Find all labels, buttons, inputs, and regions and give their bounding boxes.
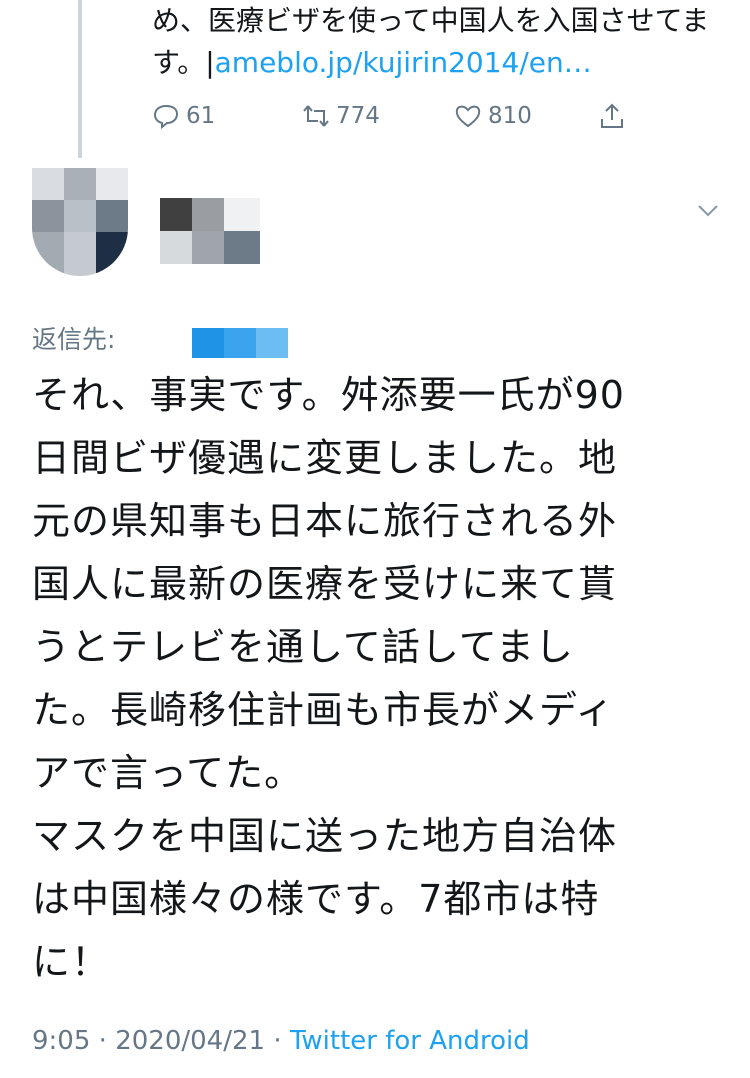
replying-to-label: 返信先:	[32, 325, 116, 354]
name-pixel	[160, 198, 192, 231]
tweet-line: 日間ビザ優遇に変更しました。地	[32, 436, 618, 480]
meta-separator: ·	[273, 1026, 282, 1056]
avatar-pixel	[32, 232, 64, 276]
avatar-pixel	[64, 232, 96, 276]
thread-connector-line	[78, 0, 82, 158]
tweet-source[interactable]: Twitter for Android	[290, 1026, 530, 1056]
previous-tweet-actions: 61 774 810	[152, 96, 652, 136]
reply-count: 61	[186, 103, 216, 129]
handle-pixel	[192, 328, 224, 358]
heart-icon	[455, 105, 481, 128]
previous-tweet-line: す。|ameblo.jp/kujirin2014/en…	[152, 42, 732, 84]
name-pixel	[192, 231, 224, 264]
tweet-time[interactable]: 9:05	[32, 1026, 90, 1056]
share-button[interactable]	[598, 96, 632, 136]
tweet-line: それ、事実です。舛添要一氏が90	[32, 373, 625, 417]
name-pixel	[224, 198, 260, 231]
avatar-pixel	[96, 168, 128, 200]
comment-bubble-icon	[153, 104, 179, 130]
share-upload-icon	[601, 103, 623, 128]
tweet-line: うとテレビを通して話してまし	[32, 625, 574, 669]
tweet-line: に！	[32, 940, 111, 984]
previous-tweet-link[interactable]: ameblo.jp/kujirin2014/en…	[215, 46, 592, 79]
avatar-pixel	[96, 200, 128, 232]
reply-button[interactable]: 61	[152, 96, 215, 136]
retweet-icon	[303, 105, 329, 127]
name-pixel	[192, 198, 224, 231]
replying-to: 返信先:	[32, 318, 115, 358]
name-pixel	[224, 231, 260, 264]
like-button[interactable]: 810	[454, 96, 532, 136]
tweet-line: は中国様々の様です。7都市は特	[32, 877, 600, 921]
avatar-pixel	[64, 168, 96, 200]
meta-separator: ·	[98, 1026, 107, 1056]
previous-tweet-line-text: す。	[152, 46, 206, 79]
name-pixel	[160, 231, 192, 264]
tweet-meta: 9:05 · 2020/04/21 · Twitter for Android	[32, 1026, 530, 1056]
tweet-line: 国人に最新の医療を受けに来て貰	[32, 562, 618, 606]
tweet-date[interactable]: 2020/04/21	[115, 1026, 265, 1056]
avatar-pixel	[96, 232, 128, 276]
handle-pixel	[224, 328, 256, 358]
chevron-down-icon[interactable]	[694, 196, 722, 224]
tweet-line: アで言ってた。	[32, 751, 304, 795]
display-name-blurred[interactable]	[160, 198, 260, 264]
previous-tweet-line: め、医療ビザを使って中国人を入国させてま	[152, 4, 710, 37]
retweet-count: 774	[336, 103, 380, 129]
tweet-line: 元の県知事も日本に旅行される外	[32, 499, 618, 543]
tweet-line: マスクを中国に送った地方自治体	[32, 814, 618, 858]
avatar-pixel	[64, 200, 96, 232]
previous-tweet-text: め、医療ビザを使って中国人を入国させてま す。|ameblo.jp/kujiri…	[152, 0, 732, 84]
retweet-button[interactable]: 774	[302, 96, 380, 136]
text-cursor: |	[205, 46, 215, 79]
replying-to-handle-blurred[interactable]	[192, 328, 288, 358]
tweet-line: た。長崎移住計画も市長がメディ	[32, 688, 615, 732]
avatar-pixel	[32, 200, 64, 232]
tweet-body: それ、事実です。舛添要一氏が90 日間ビザ優遇に変更しました。地 元の県知事も日…	[32, 364, 732, 994]
avatar[interactable]	[32, 168, 128, 276]
handle-pixel	[256, 328, 288, 358]
like-count: 810	[488, 103, 532, 129]
avatar-pixel	[32, 168, 64, 200]
